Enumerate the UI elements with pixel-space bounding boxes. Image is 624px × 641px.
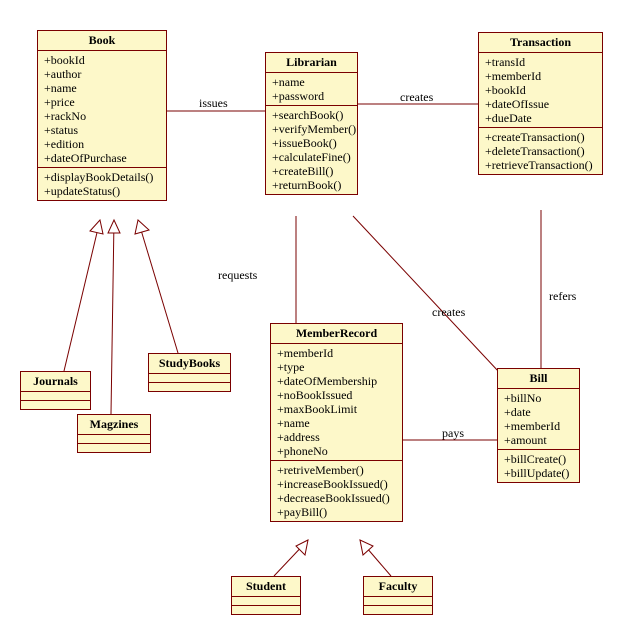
label-refers: refers	[549, 289, 576, 304]
class-book: Book +bookId +author +name +price +rackN…	[37, 30, 167, 201]
class-title: MemberRecord	[271, 324, 402, 344]
class-attributes: +billNo +date +memberId +amount	[498, 389, 579, 450]
class-title: Book	[38, 31, 166, 51]
attr: +price	[44, 95, 160, 109]
attr: +bookId	[44, 53, 160, 67]
label-pays: pays	[442, 426, 464, 441]
class-bill: Bill +billNo +date +memberId +amount +bi…	[497, 368, 580, 483]
class-memberrecord: MemberRecord +memberId +type +dateOfMemb…	[270, 323, 403, 522]
attr: +name	[44, 81, 160, 95]
op: +decreaseBookIssued()	[277, 491, 396, 505]
class-attributes: +name +password	[266, 73, 357, 106]
class-title: StudyBooks	[149, 354, 230, 374]
class-title: Magzines	[78, 415, 150, 435]
class-operations: +retriveMember() +increaseBookIssued() +…	[271, 461, 402, 521]
attr: +phoneNo	[277, 444, 396, 458]
op: +retriveMember()	[277, 463, 396, 477]
class-operations: +searchBook() +verifyMember() +issueBook…	[266, 106, 357, 194]
attr: +password	[272, 89, 351, 103]
class-journals: Journals	[20, 371, 91, 410]
attr: +rackNo	[44, 109, 160, 123]
attr: +name	[277, 416, 396, 430]
op: +billUpdate()	[504, 466, 573, 480]
class-title: Bill	[498, 369, 579, 389]
class-attributes: +bookId +author +name +price +rackNo +st…	[38, 51, 166, 168]
class-title: Student	[232, 577, 300, 597]
class-operations: +displayBookDetails() +updateStatus()	[38, 168, 166, 200]
class-operations: +createTransaction() +deleteTransaction(…	[479, 128, 602, 174]
op: +createTransaction()	[485, 130, 596, 144]
attr: +transId	[485, 55, 596, 69]
label-creates-librarian-bill: creates	[432, 305, 465, 320]
attr: +date	[504, 405, 573, 419]
attr: +amount	[504, 433, 573, 447]
class-transaction: Transaction +transId +memberId +bookId +…	[478, 32, 603, 175]
op: +returnBook()	[272, 178, 351, 192]
attr: +status	[44, 123, 160, 137]
attr: +memberId	[504, 419, 573, 433]
label-creates-librarian-transaction: creates	[400, 90, 433, 105]
class-faculty: Faculty	[363, 576, 433, 615]
attr: +memberId	[277, 346, 396, 360]
attr: +memberId	[485, 69, 596, 83]
class-attributes: +memberId +type +dateOfMembership +noBoo…	[271, 344, 402, 461]
op: +billCreate()	[504, 452, 573, 466]
attr: +maxBookLimit	[277, 402, 396, 416]
attr: +dateOfMembership	[277, 374, 396, 388]
op: +verifyMember()	[272, 122, 351, 136]
attr: +name	[272, 75, 351, 89]
class-title: Transaction	[479, 33, 602, 53]
attr: +bookId	[485, 83, 596, 97]
attr: +address	[277, 430, 396, 444]
class-title: Librarian	[266, 53, 357, 73]
op: +retrieveTransaction()	[485, 158, 596, 172]
op: +issueBook()	[272, 136, 351, 150]
label-issues: issues	[199, 96, 228, 111]
attr: +noBookIssued	[277, 388, 396, 402]
class-magzines: Magzines	[77, 414, 151, 453]
label-requests: requests	[218, 268, 257, 283]
op: +deleteTransaction()	[485, 144, 596, 158]
attr: +author	[44, 67, 160, 81]
op: +updateStatus()	[44, 184, 160, 198]
op: +payBill()	[277, 505, 396, 519]
class-librarian: Librarian +name +password +searchBook() …	[265, 52, 358, 195]
attr: +dateOfIssue	[485, 97, 596, 111]
op: +searchBook()	[272, 108, 351, 122]
attr: +edition	[44, 137, 160, 151]
attr: +dateOfPurchase	[44, 151, 160, 165]
class-student: Student	[231, 576, 301, 615]
op: +createBill()	[272, 164, 351, 178]
attr: +dueDate	[485, 111, 596, 125]
op: +increaseBookIssued()	[277, 477, 396, 491]
class-attributes: +transId +memberId +bookId +dateOfIssue …	[479, 53, 602, 128]
op: +displayBookDetails()	[44, 170, 160, 184]
class-title: Journals	[21, 372, 90, 392]
attr: +type	[277, 360, 396, 374]
class-title: Faculty	[364, 577, 432, 597]
op: +calculateFine()	[272, 150, 351, 164]
class-studybooks: StudyBooks	[148, 353, 231, 392]
attr: +billNo	[504, 391, 573, 405]
class-operations: +billCreate() +billUpdate()	[498, 450, 579, 482]
